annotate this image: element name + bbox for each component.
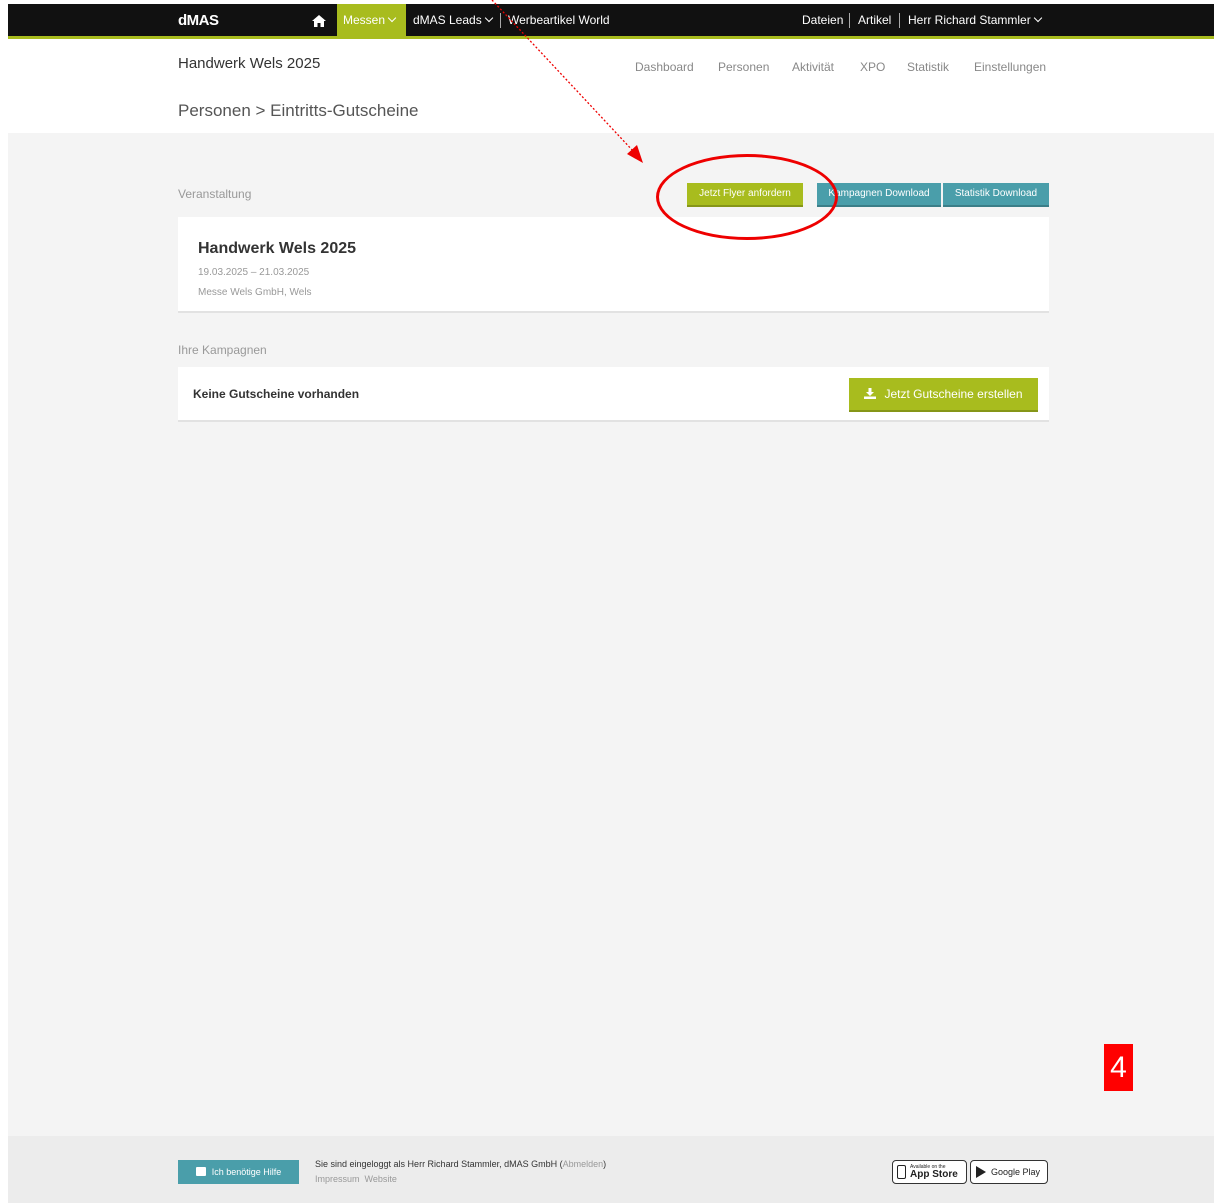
chevron-down-icon	[1033, 13, 1042, 23]
login-status-end: )	[603, 1159, 607, 1169]
login-status-text: Sie sind eingeloggt als Herr Richard Sta…	[315, 1159, 563, 1169]
nav-user-menu[interactable]: Herr Richard Stammler	[902, 4, 1047, 36]
google-play-badge[interactable]: Google Play	[970, 1160, 1048, 1184]
subnav-statistik[interactable]: Statistik	[907, 60, 949, 74]
phone-icon	[897, 1165, 906, 1179]
dmas-logo[interactable]: dMAS	[178, 12, 219, 29]
help-button[interactable]: Ich benötige Hilfe	[178, 1160, 299, 1184]
nav-divider	[500, 13, 501, 28]
event-location: Messe Wels GmbH, Wels	[198, 287, 312, 298]
subnav-personen[interactable]: Personen	[718, 60, 769, 74]
create-vouchers-button[interactable]: Jetzt Gutscheine erstellen	[849, 378, 1038, 412]
play-icon	[976, 1166, 986, 1178]
chevron-down-icon	[484, 13, 493, 23]
event-dates: 19.03.2025 – 21.03.2025	[198, 267, 310, 278]
nav-divider	[849, 13, 850, 28]
footer-links: Impressum Website	[315, 1174, 397, 1184]
navbar-accent-line	[8, 36, 1214, 39]
no-vouchers-text: Keine Gutscheine vorhanden	[193, 387, 360, 401]
subnav-einstellungen[interactable]: Einstellungen	[974, 60, 1046, 74]
nav-divider	[899, 13, 900, 28]
step-number-badge: 4	[1104, 1044, 1133, 1091]
section-label-kampagnen: Ihre Kampagnen	[178, 343, 267, 357]
nav-artikel[interactable]: Artikel	[852, 4, 897, 36]
breadcrumb: Personen > Eintritts-Gutscheine	[178, 101, 419, 120]
event-card-title: Handwerk Wels 2025	[198, 240, 357, 257]
event-card: Handwerk Wels 2025 19.03.2025 – 21.03.20…	[178, 217, 1049, 313]
highlight-ellipse	[656, 154, 838, 240]
create-vouchers-label: Jetzt Gutscheine erstellen	[884, 387, 1023, 401]
app-store-badge[interactable]: Available on the App Store	[892, 1160, 967, 1184]
nav-dateien[interactable]: Dateien	[796, 4, 849, 36]
support-icon	[195, 1167, 206, 1176]
nav-dmas-leads[interactable]: dMAS Leads	[407, 4, 498, 36]
subnav-xpo[interactable]: XPO	[860, 60, 885, 74]
home-icon[interactable]	[312, 15, 326, 27]
nav-messen[interactable]: Messen	[337, 4, 406, 36]
nav-leads-label: dMAS Leads	[413, 13, 482, 27]
nav-messen-label: Messen	[343, 13, 386, 27]
section-label-veranstaltung: Veranstaltung	[178, 187, 252, 201]
campaign-card: Keine Gutscheine vorhanden Jetzt Gutsche…	[178, 367, 1049, 422]
chevron-down-icon	[387, 13, 397, 23]
logout-link[interactable]: Abmelden	[563, 1159, 604, 1169]
download-icon	[864, 388, 877, 399]
event-title: Handwerk Wels 2025	[178, 55, 321, 72]
impressum-link[interactable]: Impressum	[315, 1174, 360, 1184]
subnav-aktivitaet[interactable]: Aktivität	[792, 60, 834, 74]
login-status: Sie sind eingeloggt als Herr Richard Sta…	[315, 1159, 606, 1169]
user-name: Herr Richard Stammler	[908, 13, 1031, 27]
google-play-label: Google Play	[991, 1167, 1041, 1177]
statistik-download-button[interactable]: Statistik Download	[943, 183, 1049, 207]
subnav-dashboard[interactable]: Dashboard	[635, 60, 694, 74]
help-button-label: Ich benötige Hilfe	[211, 1167, 282, 1177]
website-link[interactable]: Website	[365, 1174, 397, 1184]
app-store-label: App Store	[910, 1168, 958, 1180]
nav-werbeartikel-world[interactable]: Werbeartikel World	[502, 4, 616, 36]
